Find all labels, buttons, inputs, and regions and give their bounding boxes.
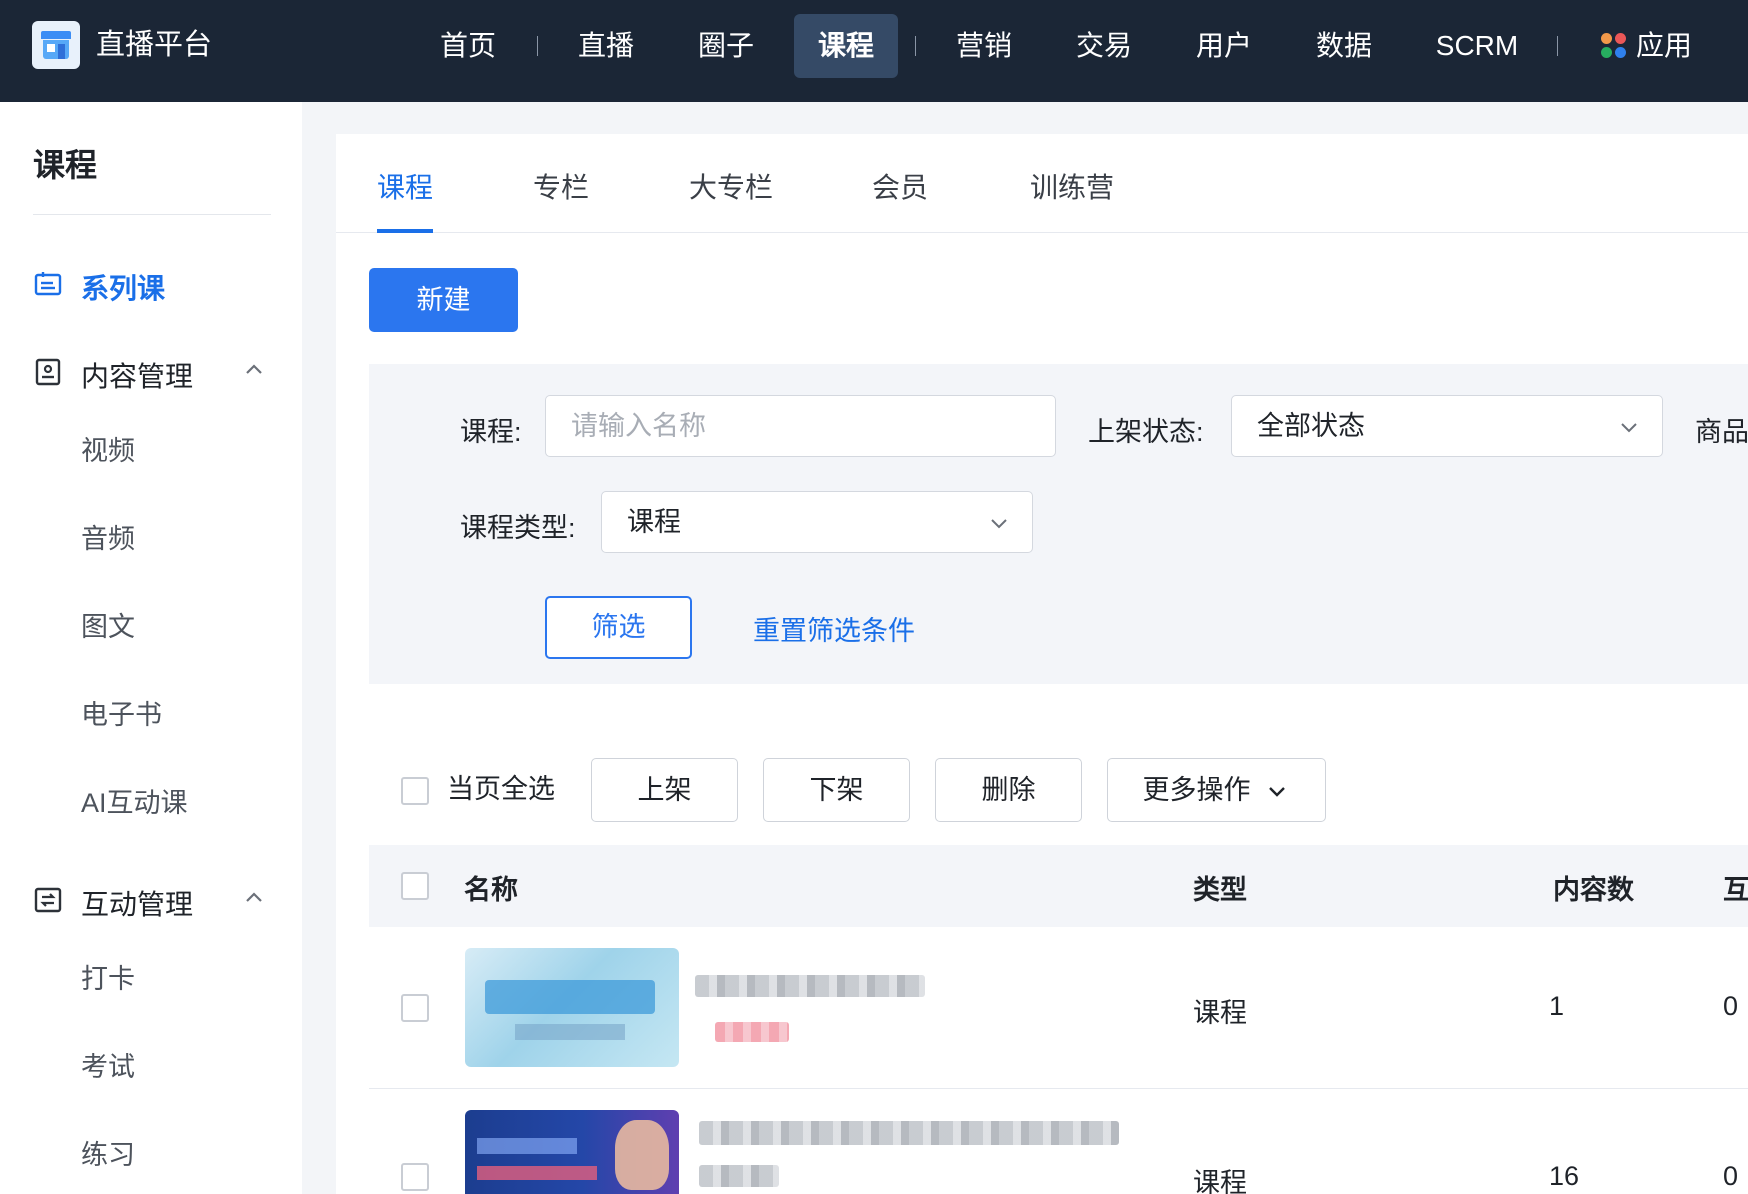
tab-big-column[interactable]: 大专栏 xyxy=(689,166,773,206)
tab-bar: 课程 专栏 大专栏 会员 训练营 xyxy=(336,134,1748,233)
content-management-icon xyxy=(35,358,61,386)
sidebar-item-audio[interactable]: 音频 xyxy=(81,517,135,556)
header-select-all-checkbox[interactable] xyxy=(401,872,429,900)
series-course-icon xyxy=(34,272,62,296)
chevron-down-icon xyxy=(1269,787,1285,797)
table-header: 名称 类型 内容数 互 xyxy=(369,845,1748,927)
row-checkbox[interactable] xyxy=(401,994,429,1022)
sidebar-item-practice[interactable]: 练习 xyxy=(81,1133,135,1172)
active-tab-indicator xyxy=(377,229,433,233)
column-header-content-count[interactable]: 内容数 xyxy=(1553,868,1634,907)
sidebar-divider xyxy=(33,214,271,215)
sidebar-item-series-course[interactable]: 系列课 xyxy=(81,267,165,307)
chevron-up-icon[interactable] xyxy=(243,359,265,381)
course-thumbnail[interactable] xyxy=(465,1110,679,1194)
chevron-down-icon xyxy=(991,519,1007,529)
top-navigation-bar: 直播平台 首页 直播 圈子 课程 营销 交易 用户 数据 SCRM 应用 xyxy=(0,0,1748,102)
sidebar-item-exam[interactable]: 考试 xyxy=(81,1045,135,1084)
status-select-value: 全部状态 xyxy=(1257,411,1365,441)
nav-home[interactable]: 首页 xyxy=(432,14,504,78)
nav-separator xyxy=(1557,36,1558,56)
goods-label: 商品 xyxy=(1695,417,1748,447)
row-checkbox[interactable] xyxy=(401,1163,429,1191)
course-title-redacted[interactable] xyxy=(699,1121,1119,1145)
nav-apps[interactable]: 应用 xyxy=(1636,14,1700,78)
nav-course[interactable]: 课程 xyxy=(794,14,898,78)
more-actions-button[interactable]: 更多操作 xyxy=(1107,758,1326,822)
reset-filter-link[interactable]: 重置筛选条件 xyxy=(753,609,915,648)
tab-training-camp[interactable]: 训练营 xyxy=(1030,166,1114,206)
course-thumbnail[interactable] xyxy=(465,948,679,1067)
sidebar-group-interaction-management[interactable]: 互动管理 xyxy=(81,883,193,923)
column-header-interaction[interactable]: 互 xyxy=(1723,868,1748,907)
nav-trade[interactable]: 交易 xyxy=(1068,14,1140,78)
course-type-value: 课程 xyxy=(627,507,681,537)
sidebar-item-ai-course[interactable]: AI互动课 xyxy=(81,781,188,820)
delete-button[interactable]: 删除 xyxy=(935,758,1082,822)
row-interaction-count: 0 xyxy=(1723,1161,1739,1191)
select-page-checkbox[interactable] xyxy=(401,777,429,805)
nav-data[interactable]: 数据 xyxy=(1308,14,1380,78)
unpublish-button[interactable]: 下架 xyxy=(763,758,910,822)
nav-scrm[interactable]: SCRM xyxy=(1430,14,1524,78)
course-name-label: 课程: xyxy=(460,417,522,447)
nav-circle[interactable]: 圈子 xyxy=(690,14,762,78)
row-type: 课程 xyxy=(1193,1168,1247,1194)
sidebar-item-ebook[interactable]: 电子书 xyxy=(81,693,162,732)
filter-panel: 课程: 请输入名称 上架状态: 全部状态 商品 课程类型: 课程 筛选 重置筛选… xyxy=(369,364,1748,684)
course-title-redacted-line2 xyxy=(699,1165,779,1187)
sidebar-group-content-management[interactable]: 内容管理 xyxy=(81,355,193,395)
nav-marketing[interactable]: 营销 xyxy=(948,14,1020,78)
nav-separator xyxy=(915,36,916,56)
course-type-label: 课程类型: xyxy=(460,513,576,543)
bulk-action-bar: 当页全选 上架 下架 删除 更多操作 xyxy=(369,750,1748,830)
row-type: 课程 xyxy=(1193,998,1247,1028)
row-content-count: 16 xyxy=(1549,1161,1580,1191)
chevron-down-icon xyxy=(1621,423,1637,433)
chevron-up-icon[interactable] xyxy=(243,887,265,909)
nav-live[interactable]: 直播 xyxy=(570,14,642,78)
tab-column[interactable]: 专栏 xyxy=(533,166,589,206)
shop-logo-icon[interactable] xyxy=(32,21,80,69)
tab-course[interactable]: 课程 xyxy=(377,166,433,206)
row-interaction-count: 0 xyxy=(1723,991,1739,1021)
main-panel: 课程 专栏 大专栏 会员 训练营 新建 课程: 请输入名称 上架状态: 全部状态… xyxy=(336,134,1748,1194)
publish-button[interactable]: 上架 xyxy=(591,758,738,822)
new-button[interactable]: 新建 xyxy=(369,268,518,332)
sidebar-item-video[interactable]: 视频 xyxy=(81,429,135,468)
interaction-management-icon xyxy=(34,887,62,913)
more-actions-label: 更多操作 xyxy=(1142,775,1251,805)
apps-grid-icon[interactable] xyxy=(1601,33,1627,59)
column-header-type[interactable]: 类型 xyxy=(1193,868,1247,907)
course-price-redacted xyxy=(715,1022,789,1042)
status-select[interactable]: 全部状态 xyxy=(1231,395,1663,457)
sidebar: 课程 系列课 内容管理 视频 音频 图文 电子书 AI互动课 互动管理 打卡 考… xyxy=(0,102,302,1194)
status-label: 上架状态: xyxy=(1088,417,1204,447)
course-type-select[interactable]: 课程 xyxy=(601,491,1033,553)
nav-users[interactable]: 用户 xyxy=(1188,14,1260,78)
nav-separator xyxy=(537,36,538,56)
column-header-name[interactable]: 名称 xyxy=(464,868,518,907)
select-page-label: 当页全选 xyxy=(447,774,555,804)
brand-name[interactable]: 直播平台 xyxy=(96,28,212,62)
sidebar-title: 课程 xyxy=(33,147,98,183)
course-title-redacted[interactable] xyxy=(695,975,925,997)
course-name-input[interactable]: 请输入名称 xyxy=(545,395,1056,457)
sidebar-item-checkin[interactable]: 打卡 xyxy=(81,957,135,996)
tab-member[interactable]: 会员 xyxy=(872,166,928,206)
row-content-count: 1 xyxy=(1549,991,1565,1021)
filter-button[interactable]: 筛选 xyxy=(545,596,692,659)
table-row[interactable]: 课程 1 0 xyxy=(369,927,1748,1089)
table-row[interactable]: 课程 16 0 xyxy=(369,1089,1748,1194)
sidebar-item-article[interactable]: 图文 xyxy=(81,605,135,644)
